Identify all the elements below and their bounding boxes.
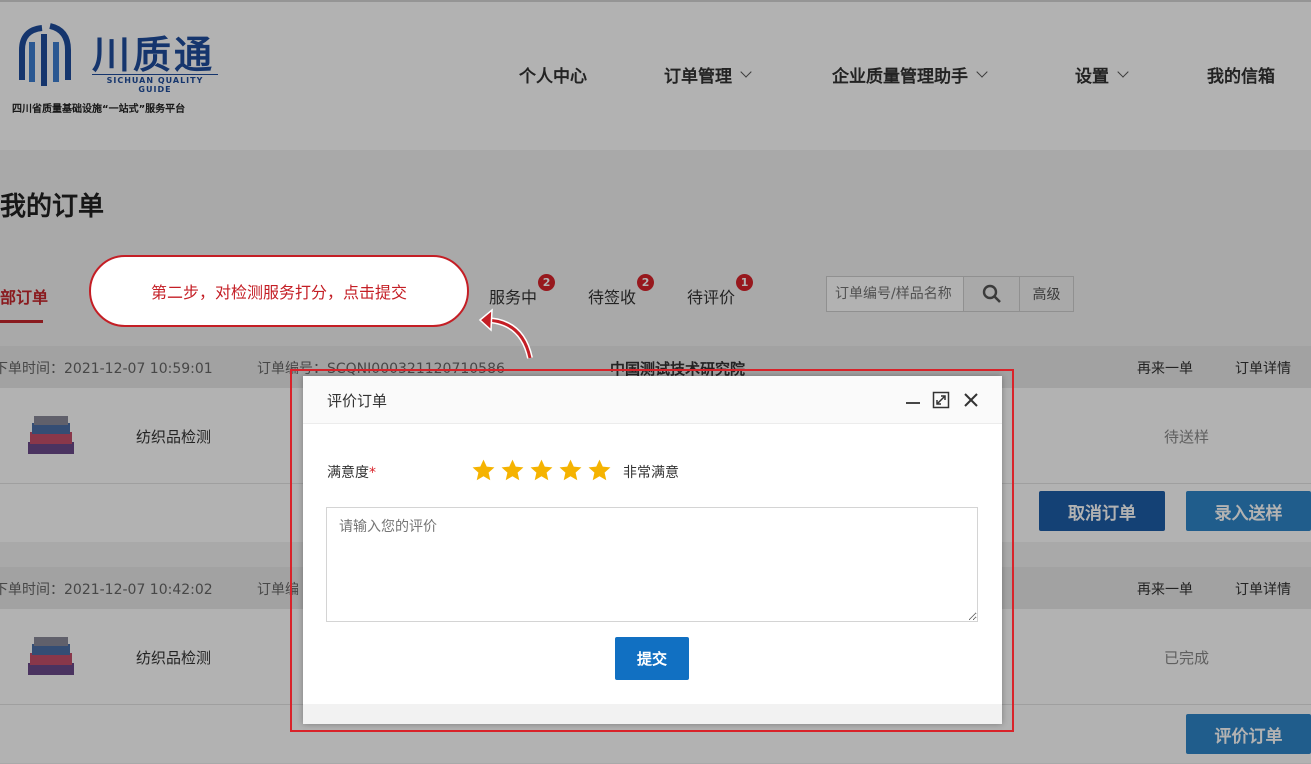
satisfaction-label: 满意度* — [327, 465, 376, 481]
review-input[interactable] — [326, 507, 978, 622]
star-icon[interactable] — [471, 458, 496, 483]
dialog-header: 评价订单 — [303, 376, 1002, 424]
close-button[interactable] — [961, 390, 981, 410]
submit-button[interactable]: 提交 — [615, 637, 689, 680]
minimize-icon — [906, 402, 920, 404]
star-icon[interactable] — [500, 458, 525, 483]
close-icon — [964, 393, 978, 407]
rating-text: 非常满意 — [623, 465, 679, 481]
maximize-button[interactable] — [931, 390, 951, 410]
required-mark: * — [369, 465, 376, 481]
minimize-button[interactable] — [903, 390, 923, 410]
callout-arrow-icon — [478, 308, 533, 359]
review-order-dialog: 评价订单 满意度* 非常满意 提交 — [303, 376, 1002, 724]
star-icon[interactable] — [529, 458, 554, 483]
rating-stars — [471, 458, 612, 483]
dialog-title: 评价订单 — [327, 392, 388, 410]
maximize-icon — [932, 391, 950, 409]
tutorial-callout: 第二步，对检测服务打分，点击提交 — [89, 255, 469, 327]
star-icon[interactable] — [587, 458, 612, 483]
star-icon[interactable] — [558, 458, 583, 483]
dialog-footer — [303, 704, 1002, 724]
